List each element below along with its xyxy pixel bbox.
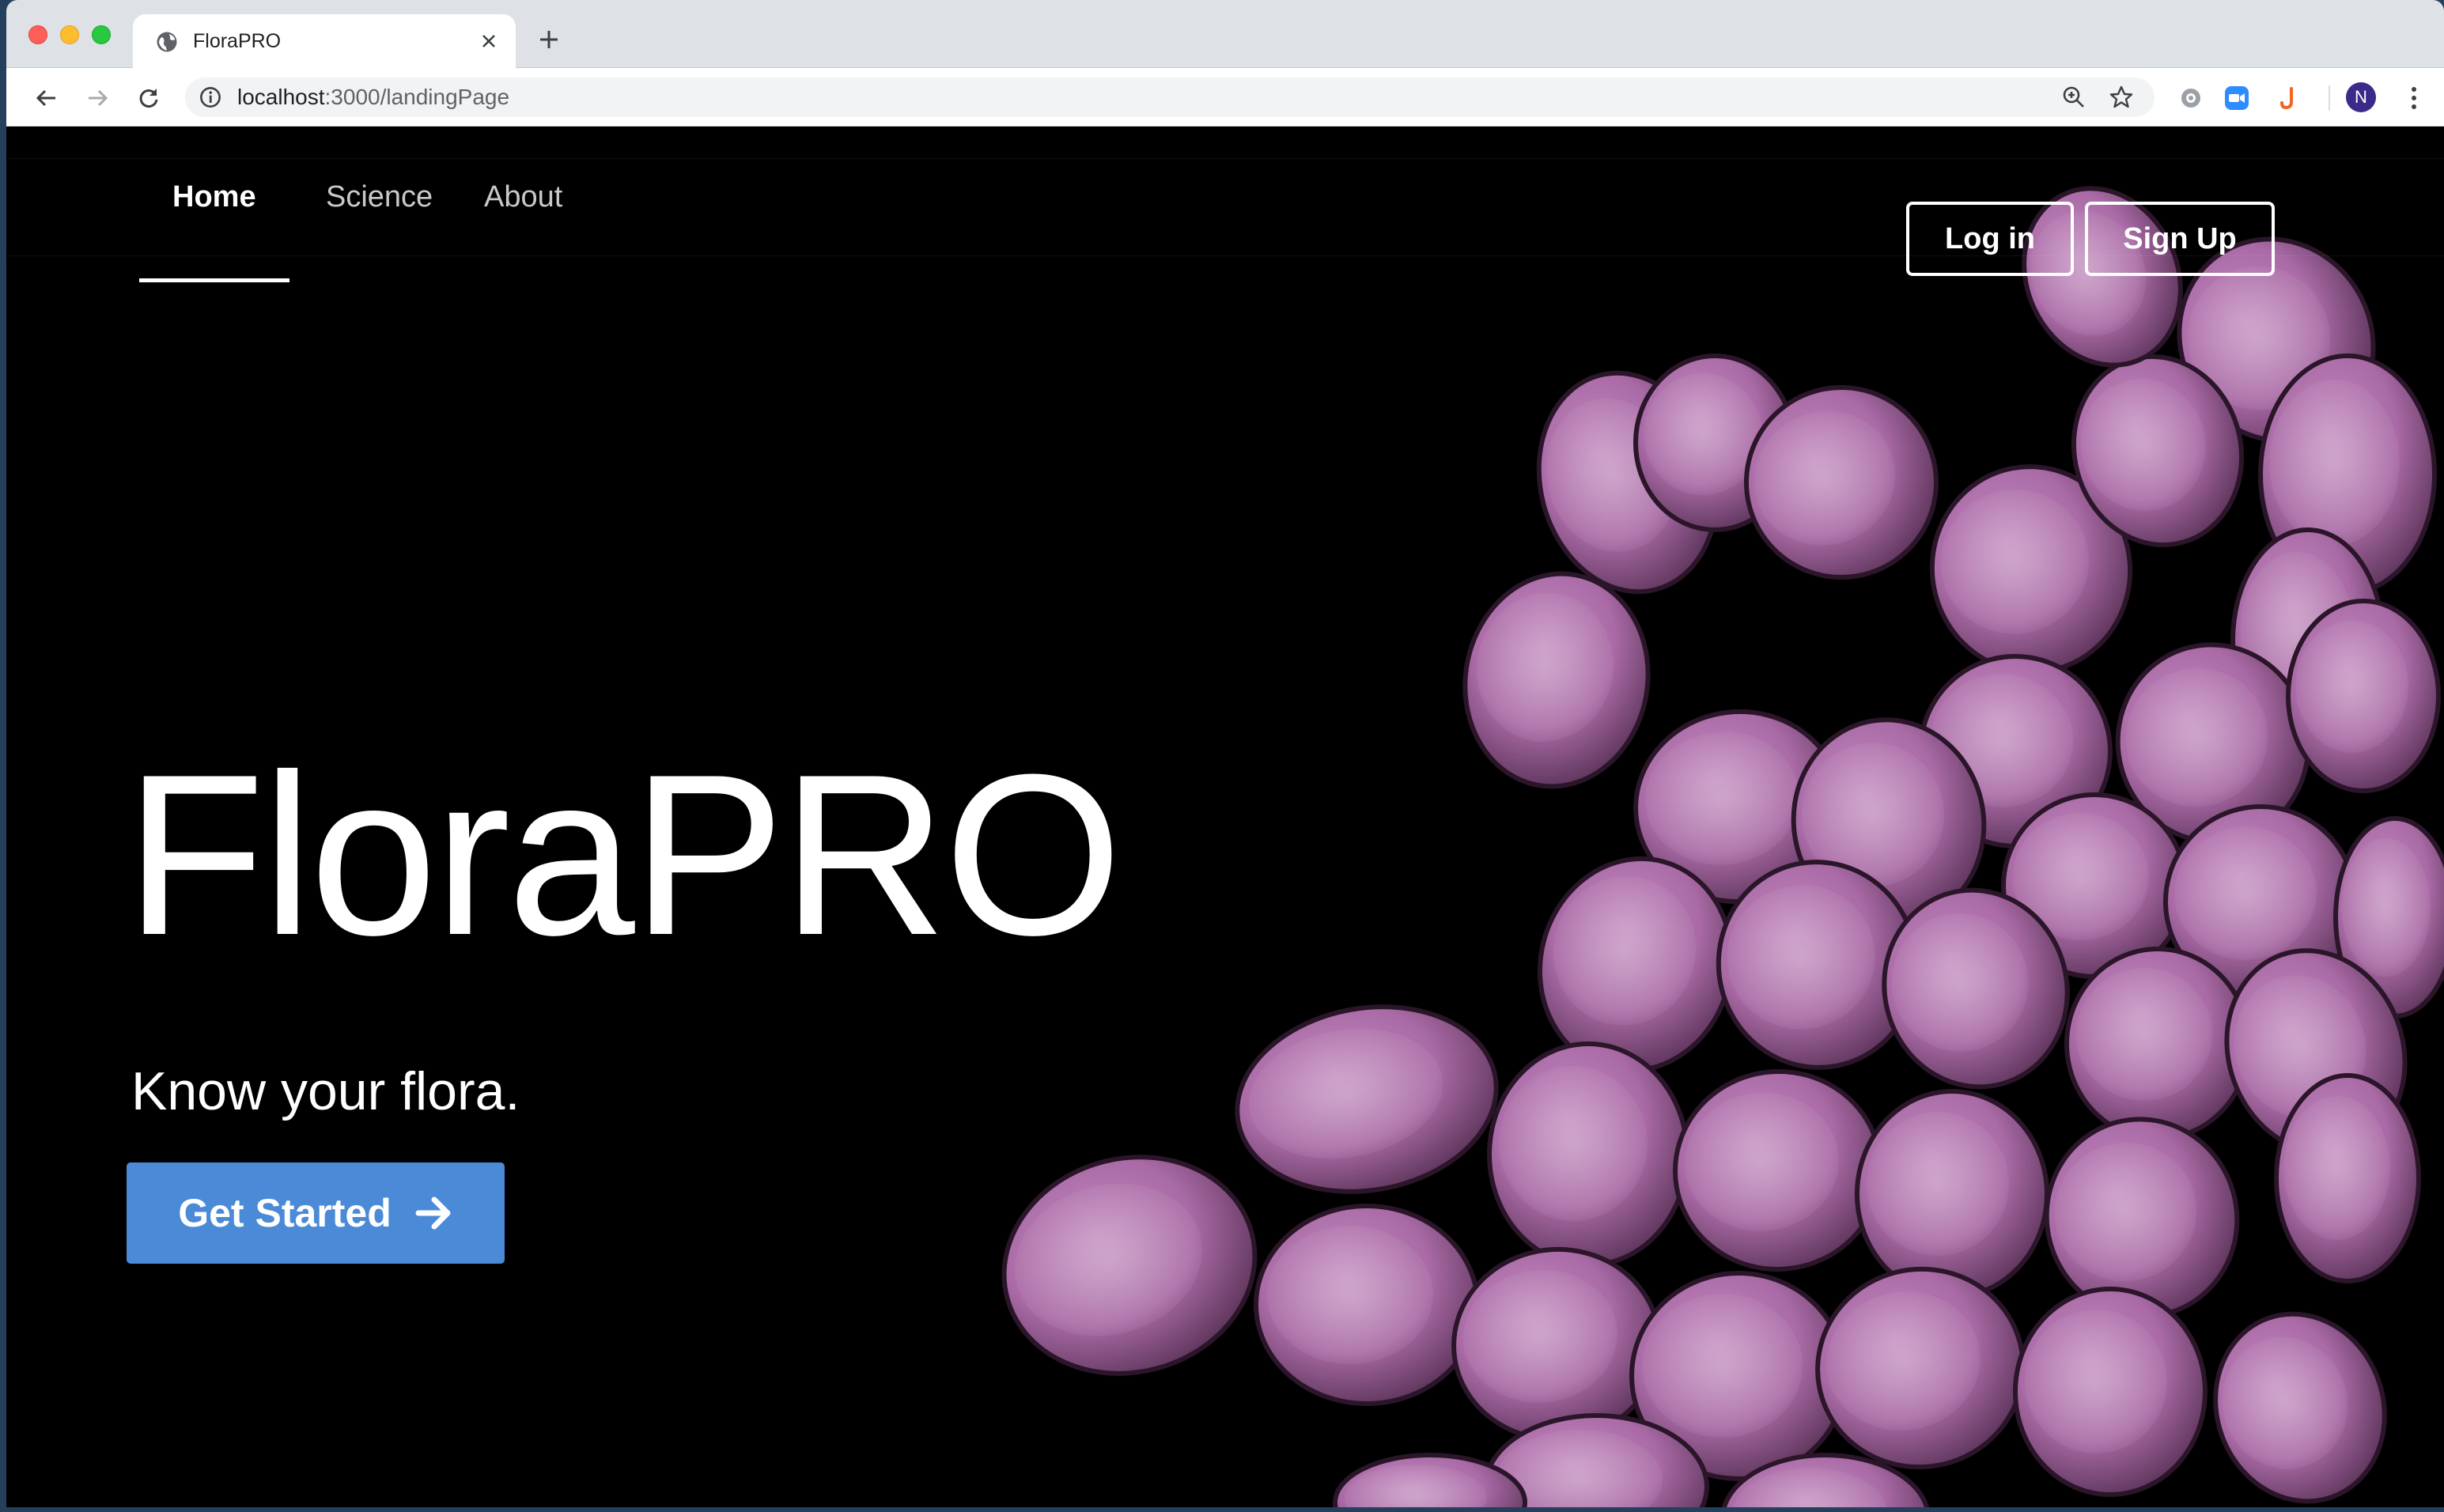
reload-icon[interactable]	[133, 82, 165, 114]
sign-up-button[interactable]: Sign Up	[2085, 202, 2275, 276]
star-icon[interactable]	[2109, 85, 2134, 110]
close-icon[interactable]	[476, 28, 501, 54]
log-in-button[interactable]: Log in	[1906, 202, 2074, 276]
hook-extension-icon[interactable]	[2273, 82, 2305, 114]
bacteria-cell-highlight	[2075, 968, 2212, 1101]
url-host: localhost	[237, 85, 325, 109]
tab-strip: FloraPRO	[6, 0, 2444, 68]
info-icon[interactable]	[199, 86, 221, 108]
hero-subtitle: Know your flora.	[131, 1061, 520, 1121]
bacteria-cell-highlight	[2295, 620, 2408, 753]
url-path: :3000/landingPage	[324, 85, 510, 109]
minimize-window-button[interactable]	[60, 25, 79, 44]
bacteria-cell-highlight	[1642, 1294, 1803, 1438]
bacteria-cell-highlight	[2341, 838, 2431, 977]
forward-arrow-icon[interactable]	[82, 82, 114, 114]
landing-page: Home Science About Log in Sign Up FloraP…	[6, 127, 2444, 1507]
zoom-icon[interactable]	[2061, 85, 2086, 110]
bacteria-cell-highlight	[2283, 1096, 2390, 1240]
url-text[interactable]: localhost:3000/landingPage	[237, 86, 509, 108]
globe-icon	[157, 32, 177, 52]
extension-icon[interactable]	[2175, 82, 2207, 114]
nav-item-science[interactable]: Science	[293, 182, 466, 246]
bacteria-cell-highlight	[1499, 1066, 1648, 1221]
plus-icon[interactable]	[533, 24, 565, 55]
get-started-label: Get Started	[178, 1191, 392, 1235]
kebab-menu-icon[interactable]	[2398, 82, 2430, 114]
get-started-button[interactable]: Get Started	[127, 1162, 505, 1264]
browser-tab[interactable]: FloraPRO	[133, 14, 516, 68]
back-arrow-icon[interactable]	[30, 82, 62, 114]
hero-title: FloraPRO	[125, 727, 1122, 983]
browser-toolbar: localhost:3000/landingPage N	[6, 68, 2444, 127]
zoom-meeting-icon[interactable]	[2221, 82, 2253, 114]
close-window-button[interactable]	[28, 25, 47, 44]
nav-item-home[interactable]: Home	[139, 182, 289, 282]
bacteria-cell-highlight	[2025, 1310, 2167, 1453]
arrow-right-icon	[415, 1196, 451, 1230]
maximize-window-button[interactable]	[92, 25, 111, 44]
bacteria-cell-highlight	[2269, 380, 2400, 546]
bacteria-cell-highlight	[1267, 1226, 1433, 1364]
toolbar-divider	[2329, 85, 2330, 111]
browser-window: FloraPRO localhost:3000/landingPage N Ho…	[6, 0, 2444, 1507]
nav-item-about[interactable]: About	[451, 182, 596, 246]
bacteria-cell-highlight	[1867, 1112, 2009, 1256]
tab-title: FloraPRO	[193, 30, 282, 52]
address-bar[interactable]: localhost:3000/landingPage	[185, 77, 2155, 117]
avatar[interactable]: N	[2346, 82, 2376, 112]
top-navigation: Home Science About Log in Sign Up	[6, 158, 2444, 282]
